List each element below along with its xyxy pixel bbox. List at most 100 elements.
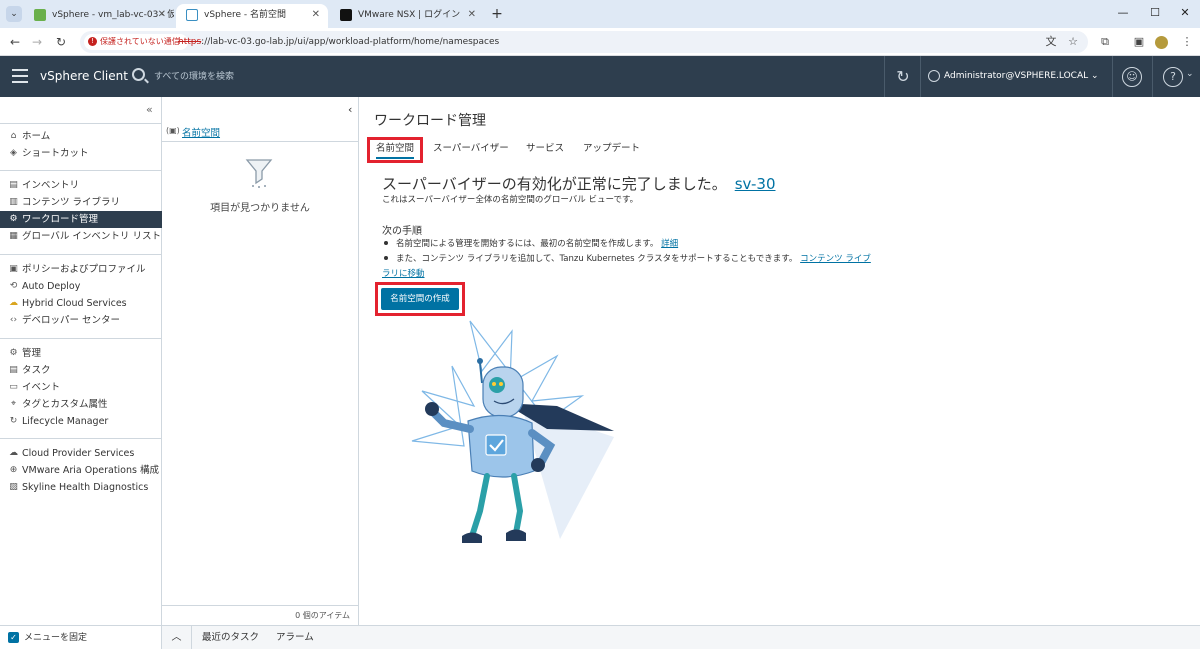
global-view-text: これはスーパーバイザー全体の名前空間のグローバル ビューです。 — [382, 195, 639, 205]
translate-icon[interactable]: ⽂ — [1042, 33, 1060, 51]
nav-item-label: ワークロード管理 — [22, 214, 99, 225]
bookmark-star-icon[interactable]: ☆ — [1064, 33, 1082, 51]
nav-item-label: 管理 — [22, 348, 42, 359]
nav-group-policy: ▣ ポリシーおよびプロファイル ⟲ Auto Deploy ☁ Hybrid Clou… — [0, 254, 162, 329]
reload-icon[interactable]: ↻ — [52, 33, 70, 51]
nav-item-inventory[interactable]: ▤ インベントリ — [0, 177, 162, 194]
tab-list-chevron-icon[interactable]: ⌄ — [6, 6, 22, 22]
browser-tab-vm[interactable]: vSphere - vm_lab-vc-03 - 仮想 ✕ — [24, 4, 174, 28]
next-step-text: 名前空間による管理を開始するには、最初の名前空間を作成します。 — [396, 239, 659, 249]
nav-item-label: コンテンツ ライブラリ — [22, 197, 121, 208]
nav-item-content-library[interactable]: ▥ コンテンツ ライブラリ — [0, 194, 162, 211]
hamburger-menu-icon[interactable] — [12, 69, 28, 83]
app-title: vSphere Client — [40, 69, 128, 83]
security-chip[interactable]: ! 保護されていない通信 — [84, 34, 188, 50]
nav-item-cloud-provider[interactable]: ☁ Cloud Provider Services — [0, 445, 162, 462]
nav-item-global-inventory[interactable]: ▦ グローバル インベントリ リスト — [0, 228, 162, 245]
nav-item-tags[interactable]: ⌖ タグとカスタム属性 — [0, 396, 162, 413]
browser-menu-icon[interactable]: ⋮ — [1178, 33, 1196, 51]
nav-item-shortcuts[interactable]: ◈ ショートカット — [0, 145, 162, 162]
lifecycle-icon: ↻ — [9, 416, 18, 426]
cloud-provider-icon: ☁ — [9, 448, 18, 458]
url-text: https://lab-vc-03.go-lab.jp/ui/app/workl… — [178, 31, 499, 53]
shortcuts-icon: ◈ — [10, 148, 17, 158]
content-library-link[interactable]: コンテンツ ライブ — [800, 254, 871, 264]
new-tab-plus-icon[interactable]: + — [488, 4, 506, 24]
sidebar-icon[interactable]: ▣ — [1130, 33, 1148, 51]
nav-item-auto-deploy[interactable]: ⟲ Auto Deploy — [0, 278, 162, 295]
nav-item-lifecycle-manager[interactable]: ↻ Lifecycle Manager — [0, 413, 162, 430]
close-tab-icon[interactable]: ✕ — [158, 4, 166, 26]
tab-updates[interactable]: アップデート — [583, 141, 640, 157]
nav-item-administration[interactable]: ⚙ 管理 — [0, 345, 162, 362]
close-tab-icon[interactable]: ✕ — [312, 4, 320, 26]
next-step-text: また、コンテンツ ライブラリを追加して、Tanzu Kubernetes クラス… — [396, 254, 798, 264]
window-close-icon[interactable]: ✕ — [1170, 4, 1200, 22]
main-content: ワークロード管理 名前空間 スーパーバイザー サービス アップデート スーパーバ… — [360, 97, 1200, 625]
nav-item-events[interactable]: ▭ イベント — [0, 379, 162, 396]
nav-item-hybrid-cloud[interactable]: ☁ Hybrid Cloud Services — [0, 295, 162, 312]
recent-tasks-tab[interactable]: 最近のタスク — [202, 626, 259, 649]
nav-item-label: ホーム — [22, 131, 51, 142]
user-menu[interactable]: Administrator@VSPHERE.LOCAL ⌄ — [928, 56, 1099, 97]
url-input[interactable]: ! 保護されていない通信 https://lab-vc-03.go-lab.jp… — [80, 31, 1088, 53]
browser-tab-strip: ⌄ vSphere - vm_lab-vc-03 - 仮想 ✕ vSphere … — [0, 0, 1200, 28]
alarms-tab[interactable]: アラーム — [276, 626, 314, 649]
browser-tab-nsx[interactable]: VMware NSX | ログイン ✕ — [330, 4, 484, 28]
minimize-icon[interactable]: — — [1108, 4, 1138, 22]
nav-item-workload-management[interactable]: ⚙ ワークロード管理 — [0, 211, 162, 228]
address-bar: ← → ↻ ! 保護されていない通信 https://lab-vc-03.go-… — [0, 28, 1200, 56]
tab-supervisors[interactable]: スーパーバイザー — [433, 141, 509, 157]
global-search-input[interactable]: すべての環境を検索 — [132, 67, 392, 87]
browser-tab-namespaces[interactable]: vSphere - 名前空間 ✕ — [176, 4, 328, 28]
nav-item-label: Hybrid Cloud Services — [22, 298, 127, 309]
feedback-smiley-icon[interactable]: ☺ — [1122, 67, 1142, 87]
object-list-panel: ‹ (▣) 名前空間 項目が見つかりません 0 個のアイテム — [162, 97, 359, 625]
pin-menu-toggle[interactable]: ✓ メニューを固定 — [0, 626, 162, 649]
profile-avatar-icon[interactable] — [1152, 33, 1170, 51]
search-icon — [132, 68, 145, 81]
namespace-icon: (▣) — [166, 126, 180, 135]
nav-item-home[interactable]: ⌂ ホーム — [0, 128, 162, 145]
vsphere-favicon-icon — [34, 9, 46, 21]
search-placeholder: すべての環境を検索 — [154, 72, 235, 82]
content-library-link-continued[interactable]: ラリに移動 — [382, 269, 425, 279]
vsphere-favicon-icon — [186, 9, 198, 21]
supervisor-link[interactable]: sv-30 — [735, 175, 776, 193]
forward-arrow-icon[interactable]: → — [28, 33, 46, 51]
next-steps-heading: 次の手順 — [382, 226, 422, 237]
tag-icon: ⌖ — [10, 399, 17, 409]
aria-icon: ⊕ — [9, 465, 18, 475]
nav-item-label: VMware Aria Operations 構成 — [22, 465, 159, 476]
tab-services[interactable]: サービス — [526, 141, 564, 157]
expand-tasks-chevron-icon[interactable]: ︿ — [162, 626, 192, 649]
nav-item-tasks[interactable]: ▤ タスク — [0, 362, 162, 379]
details-link[interactable]: 詳細 — [661, 239, 678, 249]
skyline-icon: ▨ — [9, 482, 18, 492]
robot-illustration — [411, 320, 614, 543]
next-step-item: また、コンテンツ ライブラリを追加して、Tanzu Kubernetes クラス… — [382, 252, 871, 266]
nav-item-skyline[interactable]: ▨ Skyline Health Diagnostics — [0, 479, 162, 496]
checkbox-checked-icon[interactable]: ✓ — [8, 632, 19, 643]
help-icon[interactable]: ? — [1163, 67, 1183, 87]
admin-icon: ⚙ — [9, 348, 18, 358]
nav-item-policies[interactable]: ▣ ポリシーおよびプロファイル — [0, 261, 162, 278]
refresh-icon[interactable]: ↻ — [892, 66, 914, 88]
pin-menu-label: メニューを固定 — [24, 633, 88, 643]
collapse-panel-icon[interactable]: ‹ — [348, 103, 352, 116]
user-name: Administrator@VSPHERE.LOCAL — [944, 71, 1089, 81]
url-rest: ://lab-vc-03.go-lab.jp/ui/app/workload-p… — [201, 37, 500, 47]
extensions-icon[interactable]: ⧉ — [1096, 33, 1114, 51]
close-tab-icon[interactable]: ✕ — [468, 4, 476, 26]
nav-item-developer-center[interactable]: ‹› デベロッパー センター — [0, 312, 162, 329]
collapse-nav-icon[interactable]: « — [146, 103, 153, 116]
nav-item-aria-operations[interactable]: ⊕ VMware Aria Operations 構成 — [0, 462, 162, 479]
nav-item-label: Skyline Health Diagnostics — [22, 482, 149, 493]
maximize-icon[interactable]: ☐ — [1140, 4, 1170, 22]
namespaces-link[interactable]: 名前空間 — [182, 125, 220, 139]
help-chevron-icon[interactable]: ⌄ — [1186, 69, 1194, 79]
nav-item-label: デベロッパー センター — [22, 315, 121, 326]
back-arrow-icon[interactable]: ← — [6, 33, 24, 51]
nav-group-cloud: ☁ Cloud Provider Services ⊕ VMware Aria Op… — [0, 438, 162, 496]
policy-icon: ▣ — [9, 264, 18, 274]
